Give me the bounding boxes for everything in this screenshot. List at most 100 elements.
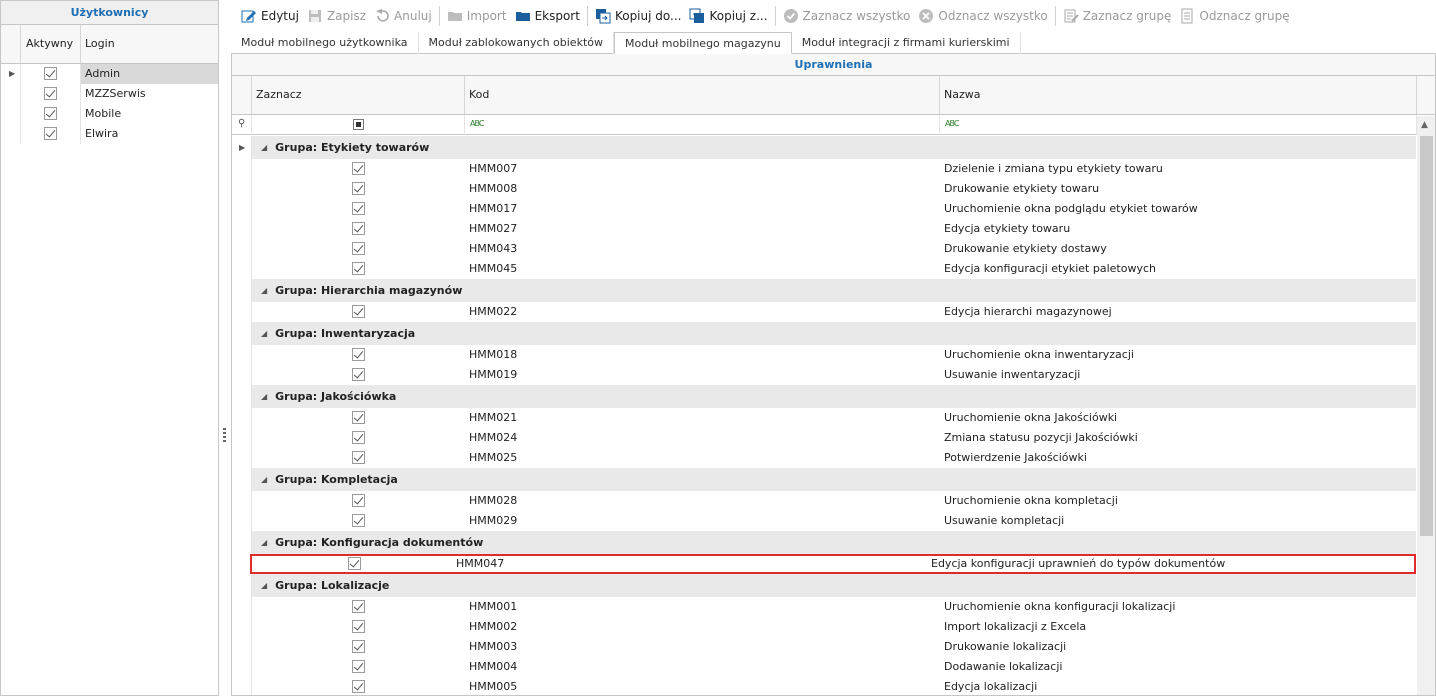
permission-row[interactable]: HMM021 Uruchomienie okna Jakościówki: [232, 408, 1416, 428]
permission-checkbox[interactable]: [352, 431, 365, 444]
permission-select-cell[interactable]: [252, 259, 465, 279]
permission-select-cell[interactable]: [252, 302, 465, 322]
column-header-select[interactable]: Zaznacz: [252, 76, 465, 114]
user-row[interactable]: ▶ Admin: [1, 64, 218, 84]
permission-checkbox[interactable]: [352, 368, 365, 381]
user-active-cell[interactable]: [21, 104, 81, 124]
permission-row[interactable]: HMM019 Usuwanie inwentaryzacji: [232, 365, 1416, 385]
active-checkbox[interactable]: [44, 87, 57, 100]
user-row[interactable]: MZZSerwis: [1, 84, 218, 104]
permission-row[interactable]: HMM008 Drukowanie etykiety towaru: [232, 179, 1416, 199]
permission-select-cell[interactable]: [252, 511, 465, 531]
user-active-cell[interactable]: [21, 124, 81, 144]
permission-checkbox[interactable]: [352, 348, 365, 361]
permission-select-cell[interactable]: [252, 365, 465, 385]
permission-checkbox[interactable]: [352, 305, 365, 318]
deselect-all-button[interactable]: Odznacz wszystko: [914, 4, 1051, 28]
permission-row[interactable]: HMM047 Edycja konfiguracji uprawnień do t…: [250, 554, 1416, 574]
permission-select-cell[interactable]: [252, 159, 465, 179]
tab-mobile-user-module[interactable]: Moduł mobilnego użytkownika: [231, 32, 419, 54]
permission-row[interactable]: HMM024 Zmiana statusu pozycji Jakościówki: [232, 428, 1416, 448]
filter-code-cell[interactable]: ABC: [465, 115, 940, 135]
permission-row[interactable]: HMM027 Edycja etykiety towaru: [232, 219, 1416, 239]
select-all-button[interactable]: Zaznacz wszystko: [779, 4, 915, 28]
permission-checkbox[interactable]: [352, 411, 365, 424]
permission-row[interactable]: HMM045 Edycja konfiguracji etykiet paleto…: [232, 259, 1416, 279]
filter-indeterminate-checkbox[interactable]: [353, 119, 364, 130]
permission-row[interactable]: HMM002 Import lokalizacji z Excela: [232, 617, 1416, 637]
user-active-cell[interactable]: [21, 64, 81, 84]
group-row[interactable]: ◢ Grupa: Kompletacja: [232, 468, 1416, 491]
collapse-group-icon[interactable]: ◢: [261, 392, 267, 401]
tab-mobile-warehouse-module[interactable]: Moduł mobilnego magazynu: [614, 32, 792, 54]
collapse-group-icon[interactable]: ◢: [261, 538, 267, 547]
permission-checkbox[interactable]: [352, 162, 365, 175]
deselect-group-button[interactable]: Odznacz grupę: [1175, 4, 1293, 28]
vertical-scrollbar[interactable]: ▲: [1417, 116, 1435, 695]
scrollbar-thumb[interactable]: [1420, 136, 1433, 536]
column-header-active[interactable]: Aktywny: [21, 25, 81, 63]
permission-row[interactable]: HMM001 Uruchomienie okna konfiguracji lok…: [232, 597, 1416, 617]
permission-row[interactable]: HMM029 Usuwanie kompletacji: [232, 511, 1416, 531]
collapse-group-icon[interactable]: ◢: [261, 329, 267, 338]
permission-row[interactable]: HMM025 Potwierdzenie Jakościówki: [232, 448, 1416, 468]
copy-from-button[interactable]: Kopiuj z...: [685, 4, 771, 28]
permission-select-cell[interactable]: [252, 637, 465, 657]
user-active-cell[interactable]: [21, 84, 81, 104]
active-checkbox[interactable]: [44, 67, 57, 80]
permission-row[interactable]: HMM028 Uruchomienie okna kompletacji: [232, 491, 1416, 511]
permission-select-cell[interactable]: [252, 219, 465, 239]
permission-checkbox[interactable]: [352, 262, 365, 275]
permission-checkbox[interactable]: [352, 494, 365, 507]
permission-select-cell[interactable]: [252, 448, 465, 468]
permission-checkbox[interactable]: [352, 222, 365, 235]
permission-row[interactable]: HMM004 Dodawanie lokalizacji: [232, 657, 1416, 677]
import-button[interactable]: Import: [443, 4, 511, 28]
permission-checkbox[interactable]: [352, 640, 365, 653]
permission-select-cell[interactable]: [257, 554, 452, 574]
permission-select-cell[interactable]: [252, 239, 465, 259]
panel-splitter[interactable]: [219, 0, 231, 696]
permission-select-cell[interactable]: [252, 677, 465, 695]
collapse-group-icon[interactable]: ◢: [261, 581, 267, 590]
select-group-button[interactable]: Zaznacz grupę: [1059, 4, 1176, 28]
save-button[interactable]: Zapisz: [303, 4, 370, 28]
user-row[interactable]: Mobile: [1, 104, 218, 124]
export-button[interactable]: Eksport: [511, 4, 584, 28]
copy-to-button[interactable]: Kopiuj do...: [591, 4, 686, 28]
group-row[interactable]: ▶ ◢ Grupa: Etykiety towarów: [232, 136, 1416, 159]
permission-checkbox[interactable]: [352, 451, 365, 464]
permission-checkbox[interactable]: [352, 514, 365, 527]
permission-row[interactable]: HMM003 Drukowanie lokalizacji: [232, 637, 1416, 657]
group-row[interactable]: ◢ Grupa: Inwentaryzacja: [232, 322, 1416, 345]
permission-row[interactable]: HMM018 Uruchomienie okna inwentaryzacji: [232, 345, 1416, 365]
collapse-group-icon[interactable]: ◢: [261, 475, 267, 484]
cancel-button[interactable]: Anuluj: [370, 4, 436, 28]
collapse-group-icon[interactable]: ◢: [261, 286, 267, 295]
tab-locked-objects-module[interactable]: Moduł zablokowanych obiektów: [419, 32, 614, 54]
permission-select-cell[interactable]: [252, 597, 465, 617]
group-row[interactable]: ◢ Grupa: Konfiguracja dokumentów: [232, 531, 1416, 554]
permission-checkbox[interactable]: [352, 242, 365, 255]
permission-checkbox[interactable]: [348, 557, 361, 570]
user-row[interactable]: Elwira: [1, 124, 218, 144]
column-header-code[interactable]: Kod: [465, 76, 940, 114]
permission-checkbox[interactable]: [352, 600, 365, 613]
permission-checkbox[interactable]: [352, 182, 365, 195]
permission-checkbox[interactable]: [352, 202, 365, 215]
permission-select-cell[interactable]: [252, 345, 465, 365]
active-checkbox[interactable]: [44, 127, 57, 140]
splitter-grip-icon[interactable]: [223, 428, 226, 444]
tab-courier-integration-module[interactable]: Moduł integracji z firmami kurierskimi: [792, 32, 1021, 54]
edit-button[interactable]: Edytuj: [237, 4, 303, 28]
group-row[interactable]: ◢ Grupa: Lokalizacje: [232, 574, 1416, 597]
permission-row[interactable]: HMM043 Drukowanie etykiety dostawy: [232, 239, 1416, 259]
permission-row[interactable]: HMM022 Edycja hierarchi magazynowej: [232, 302, 1416, 322]
permission-checkbox[interactable]: [352, 620, 365, 633]
permission-checkbox[interactable]: [352, 660, 365, 673]
collapse-group-icon[interactable]: ◢: [261, 143, 267, 152]
filter-name-cell[interactable]: ABC: [940, 115, 1417, 135]
permission-checkbox[interactable]: [352, 680, 365, 693]
column-header-login[interactable]: Login: [81, 25, 218, 63]
filter-select-cell[interactable]: [252, 115, 465, 135]
